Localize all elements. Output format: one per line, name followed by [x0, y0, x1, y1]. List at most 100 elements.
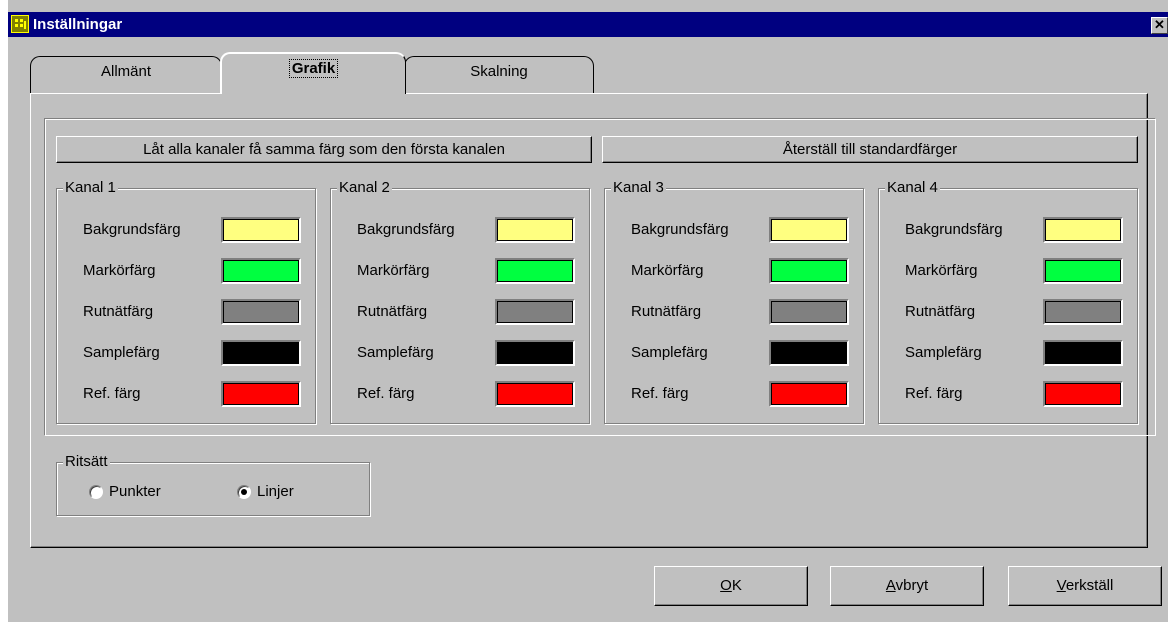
grid-color-label: Rutnätfärg — [83, 303, 154, 320]
background-color-label: Bakgrundsfärg — [357, 221, 455, 238]
ref-color-swatch[interactable] — [769, 381, 849, 407]
ref-color-label: Ref. färg — [631, 385, 689, 402]
radio-linjer[interactable] — [237, 485, 251, 499]
close-button[interactable]: ✕ — [1151, 17, 1168, 34]
sample-color-swatch[interactable] — [221, 340, 301, 366]
same-color-button[interactable]: Låt alla kanaler få samma färg som den f… — [56, 136, 592, 163]
sample-color-label: Samplefärg — [905, 344, 982, 361]
settings-dialog: Inställningar ✕ Allmänt Grafik Skalning … — [8, 0, 1168, 622]
background-color-swatch[interactable] — [1043, 217, 1123, 243]
title-bar[interactable]: Inställningar ✕ — [8, 12, 1168, 37]
ref-color-fill — [771, 383, 847, 405]
cursor-color-label: Markörfärg — [631, 262, 704, 279]
ok-label-rest: K — [731, 577, 742, 594]
sample-color-label: Samplefärg — [83, 344, 160, 361]
sample-color-fill — [223, 342, 299, 364]
same-color-button-label: Låt alla kanaler få samma färg som den f… — [143, 141, 505, 158]
radio-linjer-label[interactable]: Linjer — [257, 483, 294, 501]
grid-color-swatch[interactable] — [221, 299, 301, 325]
sample-color-label: Samplefärg — [357, 344, 434, 361]
tab-label: Grafik — [288, 59, 339, 78]
reset-colors-button[interactable]: Återställ till standardfärger — [602, 136, 1138, 163]
grid-color-fill — [223, 301, 299, 323]
channel-title: Kanal 4 — [885, 178, 940, 197]
sample-color-swatch[interactable] — [769, 340, 849, 366]
grid-color-swatch[interactable] — [769, 299, 849, 325]
cursor-color-fill — [771, 260, 847, 282]
cursor-color-swatch[interactable] — [221, 258, 301, 284]
draw-mode-title: Ritsätt — [63, 452, 110, 471]
close-icon: ✕ — [1154, 17, 1165, 32]
background-color-fill — [1045, 219, 1121, 241]
ref-color-swatch[interactable] — [221, 381, 301, 407]
window-title: Inställningar — [33, 16, 123, 33]
ok-button[interactable]: OK — [654, 566, 808, 606]
cancel-label-rest: vbryt — [895, 577, 929, 594]
apply-button[interactable]: Verkställ — [1008, 566, 1162, 606]
grid-color-label: Rutnätfärg — [631, 303, 702, 320]
background-color-fill — [771, 219, 847, 241]
apply-mnemonic: V — [1056, 577, 1066, 594]
background-color-swatch[interactable] — [769, 217, 849, 243]
cursor-color-swatch[interactable] — [1043, 258, 1123, 284]
grid-color-fill — [1045, 301, 1121, 323]
cursor-color-label: Markörfärg — [83, 262, 156, 279]
cursor-color-fill — [1045, 260, 1121, 282]
ref-color-swatch[interactable] — [1043, 381, 1123, 407]
ref-color-fill — [1045, 383, 1121, 405]
channel-group-2: Kanal 2 Bakgrundsfärg Markörfärg Rutnätfärg… — [330, 178, 590, 424]
app-icon — [11, 15, 29, 33]
draw-mode-group: Ritsätt Punkter Linjer — [56, 452, 370, 516]
cursor-color-label: Markörfärg — [905, 262, 978, 279]
channel-title: Kanal 1 — [63, 178, 118, 197]
background-color-swatch[interactable] — [221, 217, 301, 243]
grid-color-swatch[interactable] — [495, 299, 575, 325]
channel-group-1: Kanal 1 Bakgrundsfärg Markörfärg Rutnätfärg… — [56, 178, 316, 424]
sample-color-fill — [771, 342, 847, 364]
background-color-fill — [223, 219, 299, 241]
sample-color-fill — [1045, 342, 1121, 364]
radio-punkter-label[interactable]: Punkter — [109, 483, 161, 501]
channel-group-3: Kanal 3 Bakgrundsfärg Markörfärg Rutnätfärg… — [604, 178, 864, 424]
ref-color-label: Ref. färg — [357, 385, 415, 402]
background-color-fill — [497, 219, 573, 241]
apply-label-rest: erkställ — [1065, 577, 1114, 594]
background-color-label: Bakgrundsfärg — [905, 221, 1003, 238]
cancel-mnemonic: A — [885, 577, 896, 594]
sample-color-swatch[interactable] — [1043, 340, 1123, 366]
grid-color-label: Rutnätfärg — [905, 303, 976, 320]
radio-selected-dot — [241, 489, 247, 495]
sample-color-label: Samplefärg — [631, 344, 708, 361]
grid-color-fill — [771, 301, 847, 323]
cursor-color-label: Markörfärg — [357, 262, 430, 279]
sample-color-swatch[interactable] — [495, 340, 575, 366]
ref-color-fill — [497, 383, 573, 405]
tab-skalning[interactable]: Skalning — [404, 56, 594, 94]
channel-title: Kanal 2 — [337, 178, 392, 197]
cancel-button[interactable]: Avbryt — [830, 566, 984, 606]
reset-colors-button-label: Återställ till standardfärger — [782, 141, 958, 158]
tab-label: Allmänt — [100, 63, 152, 80]
channel-title: Kanal 3 — [611, 178, 666, 197]
background-color-label: Bakgrundsfärg — [83, 221, 181, 238]
grid-color-label: Rutnätfärg — [357, 303, 428, 320]
ref-color-swatch[interactable] — [495, 381, 575, 407]
cursor-color-fill — [223, 260, 299, 282]
ref-color-fill — [223, 383, 299, 405]
ref-color-label: Ref. färg — [83, 385, 141, 402]
ok-mnemonic: O — [720, 577, 732, 594]
tab-grafik[interactable]: Grafik — [220, 52, 406, 94]
sample-color-fill — [497, 342, 573, 364]
tab-label: Skalning — [470, 63, 528, 80]
grid-color-swatch[interactable] — [1043, 299, 1123, 325]
radio-punkter[interactable] — [89, 485, 103, 499]
channel-group-4: Kanal 4 Bakgrundsfärg Markörfärg Rutnätfärg… — [878, 178, 1138, 424]
background-color-label: Bakgrundsfärg — [631, 221, 729, 238]
cursor-color-swatch[interactable] — [769, 258, 849, 284]
background-color-swatch[interactable] — [495, 217, 575, 243]
grid-color-fill — [497, 301, 573, 323]
ref-color-label: Ref. färg — [905, 385, 963, 402]
cursor-color-fill — [497, 260, 573, 282]
cursor-color-swatch[interactable] — [495, 258, 575, 284]
tab-allmant[interactable]: Allmänt — [30, 56, 222, 94]
